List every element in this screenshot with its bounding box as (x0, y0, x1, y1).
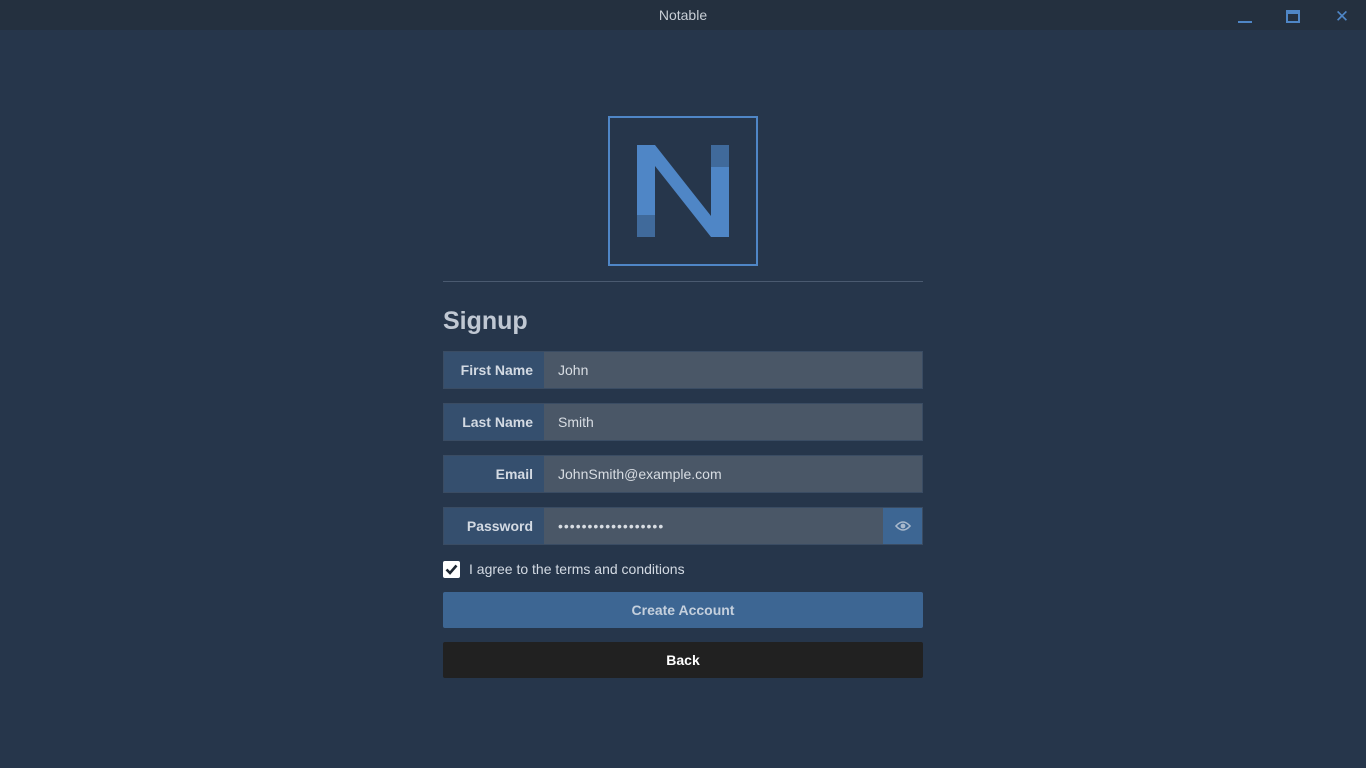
password-label: Password (444, 508, 544, 544)
maximize-icon (1286, 9, 1300, 23)
terms-checkbox[interactable] (443, 560, 460, 578)
first-name-label: First Name (444, 352, 544, 388)
email-label: Email (444, 456, 544, 492)
window-title: Notable (658, 7, 708, 23)
minimize-button[interactable] (1234, 6, 1256, 26)
last-name-label: Last Name (444, 404, 544, 440)
checkmark-icon (445, 564, 458, 575)
last-name-input[interactable] (544, 404, 922, 440)
minimize-icon (1238, 21, 1252, 23)
last-name-field: Last Name (443, 403, 923, 441)
password-input[interactable]: •••••••••••••••••• (544, 508, 883, 544)
first-name-input[interactable] (544, 352, 922, 388)
close-button[interactable]: ✕ (1331, 6, 1353, 26)
logo-n-icon (637, 145, 729, 237)
email-input[interactable] (544, 456, 922, 492)
create-account-button[interactable]: Create Account (443, 592, 923, 628)
show-password-button[interactable] (883, 508, 922, 544)
title-bar: Notable ✕ (0, 0, 1366, 30)
maximize-button[interactable] (1282, 6, 1304, 26)
terms-agreement: I agree to the terms and conditions (443, 560, 685, 578)
page-title: Signup (443, 307, 528, 335)
terms-label: I agree to the terms and conditions (469, 561, 685, 577)
back-button[interactable]: Back (443, 642, 923, 678)
app-logo (608, 116, 758, 266)
email-field: Email (443, 455, 923, 493)
password-field: Password •••••••••••••••••• (443, 507, 923, 545)
eye-icon (894, 521, 911, 531)
first-name-field: First Name (443, 351, 923, 389)
divider (443, 281, 923, 282)
close-icon: ✕ (1334, 6, 1350, 26)
